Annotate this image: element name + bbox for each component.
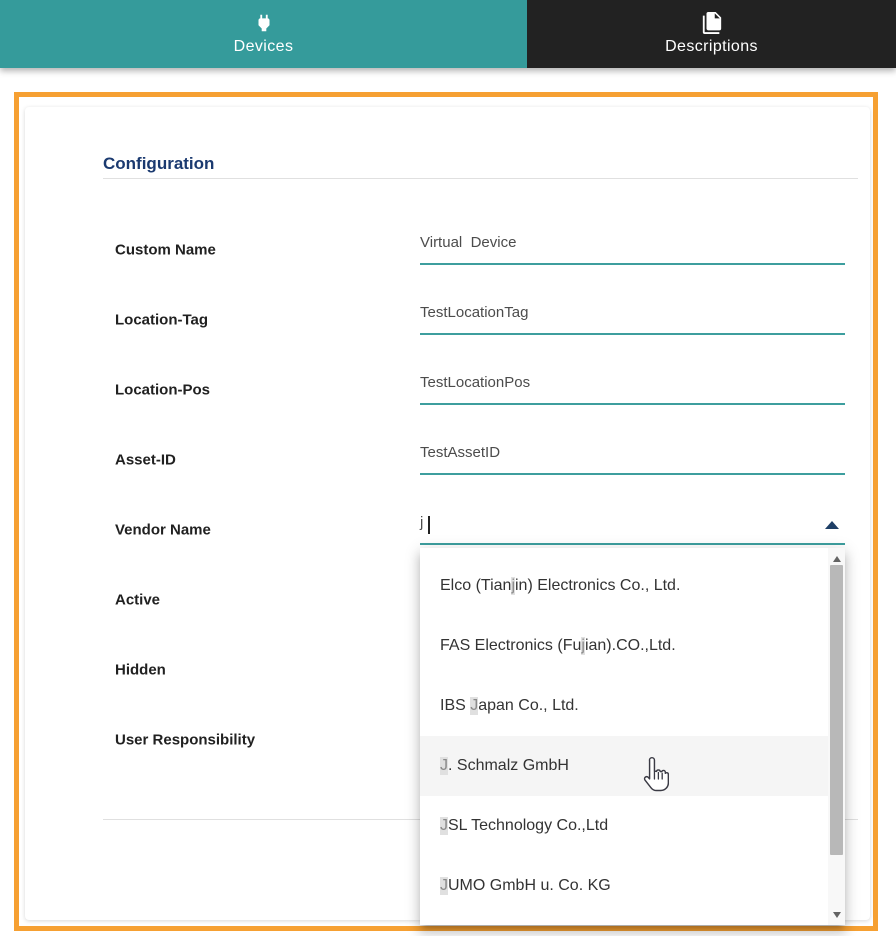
dropdown-item-elco[interactable]: Elco (Tian j in) Electronics Co., Ltd.: [420, 556, 845, 616]
item-text: . Schmalz GmbH: [448, 757, 569, 774]
top-tab-bar: Devices Descriptions: [0, 0, 896, 68]
item-text: FAS Electronics (Fu: [440, 637, 582, 654]
location-tag-value: TestLocationTag: [420, 304, 529, 321]
dropdown-scrollbar[interactable]: [828, 548, 845, 925]
documents-icon: [701, 12, 723, 34]
location-pos-value: TestLocationPos: [420, 374, 531, 391]
match-highlight: J: [440, 757, 448, 775]
tab-descriptions-label: Descriptions: [665, 38, 758, 55]
asset-id-input[interactable]: TestAssetID: [420, 441, 845, 475]
tab-descriptions[interactable]: Descriptions: [527, 0, 896, 68]
text-caret: [428, 516, 430, 534]
item-text: Elco (Tian: [440, 577, 512, 594]
match-highlight: J: [440, 817, 448, 835]
custom-name-input[interactable]: Virtual Device: [420, 231, 845, 265]
vendor-dropdown-menu: Elco (Tian j in) Electronics Co., Ltd. FAS…: [420, 548, 845, 925]
location-pos-label: Location-Pos: [115, 381, 211, 399]
item-text: UMO GmbH u. Co. KG: [448, 877, 611, 894]
dropdown-item-ibs[interactable]: IBS Japan Co., Ltd.: [420, 676, 845, 736]
item-text: IBS: [440, 697, 471, 714]
scroll-down-arrow-icon[interactable]: [828, 906, 845, 923]
tab-devices[interactable]: Devices: [0, 0, 527, 68]
page-title: Configuration: [103, 154, 215, 174]
item-text: in) Electronics Co., Ltd.: [515, 577, 681, 594]
hidden-label: Hidden: [115, 661, 166, 679]
dropdown-item-jsl[interactable]: J SL Technology Co.,Ltd: [420, 796, 845, 856]
divider: [103, 178, 858, 179]
custom-name-value: Virtual Device: [420, 234, 517, 251]
location-pos-input[interactable]: TestLocationPos: [420, 371, 845, 405]
item-text: ian).CO.,Ltd.: [584, 637, 676, 654]
asset-id-label: Asset-ID: [115, 451, 176, 469]
power-plug-icon: [253, 12, 275, 34]
user-responsibility-label: User Responsibility: [115, 731, 256, 749]
dropdown-item-jumo[interactable]: J UMO GmbH u. Co. KG: [420, 856, 845, 916]
vendor-name-value: j: [420, 514, 424, 531]
custom-name-label: Custom Name: [115, 241, 216, 259]
tab-devices-label: Devices: [233, 38, 294, 55]
match-highlight: J: [440, 877, 448, 895]
vendor-name-input[interactable]: j: [420, 511, 845, 545]
asset-id-value: TestAssetID: [420, 444, 501, 461]
active-label: Active: [115, 591, 161, 609]
item-text: SL Technology Co.,Ltd: [448, 817, 609, 834]
match-highlight: J: [470, 697, 479, 715]
scrollbar-thumb[interactable]: [830, 565, 843, 855]
chevron-up-icon[interactable]: [825, 521, 839, 529]
dropdown-item-fas[interactable]: FAS Electronics (Fu j ian).CO.,Ltd.: [420, 616, 845, 676]
location-tag-input[interactable]: TestLocationTag: [420, 301, 845, 335]
location-tag-label: Location-Tag: [115, 311, 209, 329]
dropdown-item-schmalz[interactable]: J. Schmalz GmbH: [420, 736, 845, 796]
item-text: apan Co., Ltd.: [478, 697, 579, 714]
vendor-name-label: Vendor Name: [115, 521, 211, 539]
